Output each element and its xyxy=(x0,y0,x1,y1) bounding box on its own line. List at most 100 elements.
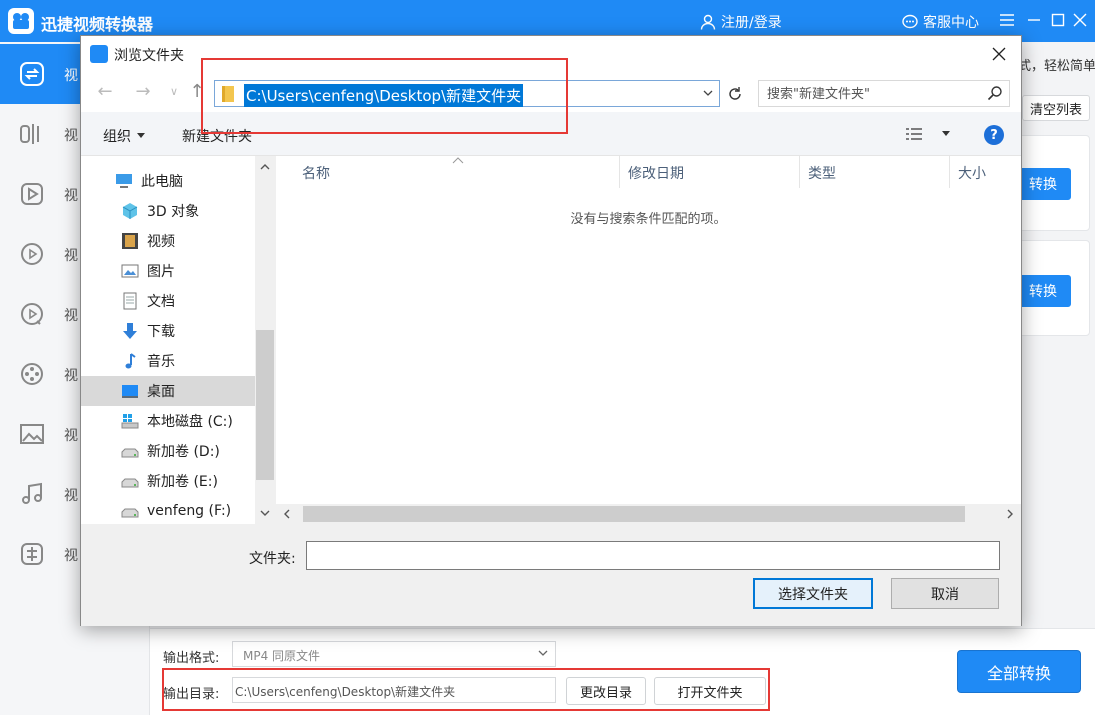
picture-icon xyxy=(121,264,139,278)
close-icon[interactable] xyxy=(1068,8,1092,32)
organize-label: 组织 xyxy=(103,129,131,145)
maximize-icon[interactable] xyxy=(1046,8,1070,32)
scroll-down-icon[interactable] xyxy=(255,504,275,522)
dialog-title: 浏览文件夹 xyxy=(114,48,184,64)
search-box[interactable] xyxy=(758,80,1010,107)
output-format-select[interactable]: MP4 同原文件 xyxy=(232,641,556,667)
tree-label: 下载 xyxy=(147,324,175,340)
tree-label: 图片 xyxy=(147,264,175,280)
menu-icon[interactable] xyxy=(995,8,1019,32)
tree-item-downloads[interactable]: 下载 xyxy=(81,316,255,346)
dialog-footer xyxy=(81,524,1021,626)
tree-label: 3D 对象 xyxy=(147,204,200,220)
tree-item-pictures[interactable]: 图片 xyxy=(81,256,255,286)
cube-icon xyxy=(122,203,138,219)
browse-folder-dialog: 浏览文件夹 ← → ∨ ↑ C:\Users\cenfeng\Desktop\新… xyxy=(80,35,1022,626)
new-folder-button[interactable]: 新建文件夹 xyxy=(182,126,252,146)
dialog-title-bar: 浏览文件夹 xyxy=(81,36,1021,72)
music-note-icon xyxy=(125,353,136,369)
tree-item-drive-e[interactable]: 新加卷 (E:) xyxy=(81,466,255,496)
refresh-icon[interactable] xyxy=(724,83,746,105)
app-logo-icon xyxy=(90,45,108,63)
dropdown-arrow-icon xyxy=(137,133,145,138)
convert-icon xyxy=(20,62,44,86)
tree-label: 本地磁盘 (C:) xyxy=(147,414,233,430)
tree-label: 音乐 xyxy=(147,354,175,370)
sidebar-label: 视 xyxy=(64,68,78,84)
empty-message: 没有与搜索条件匹配的项。 xyxy=(570,212,727,227)
gif-icon xyxy=(21,243,43,265)
sidebar-label: 视 xyxy=(64,548,78,564)
recent-chevron-icon[interactable]: ∨ xyxy=(163,80,185,102)
video-icon xyxy=(122,233,138,249)
play-icon xyxy=(21,183,43,205)
dialog-toolbar: 组织 新建文件夹 xyxy=(81,112,1021,156)
chevron-down-icon xyxy=(538,650,548,656)
convert-all-button[interactable]: 全部转换 xyxy=(957,650,1081,693)
sidebar-label: 视 xyxy=(64,308,78,324)
service-label: 客服中心 xyxy=(923,15,979,31)
folder-label: 文件夹: xyxy=(249,551,296,567)
scroll-left-icon[interactable] xyxy=(278,504,296,524)
tree-item-drive-d[interactable]: 新加卷 (D:) xyxy=(81,436,255,466)
tree-label: 此电脑 xyxy=(141,174,183,190)
login-link[interactable]: 注册/登录 xyxy=(700,12,782,32)
computer-icon xyxy=(116,174,132,188)
sidebar-label: 视 xyxy=(64,428,78,444)
convert-button[interactable]: 转换 xyxy=(1015,168,1071,200)
open-folder-button[interactable]: 打开文件夹 xyxy=(654,677,766,705)
service-link[interactable]: 客服中心 xyxy=(902,12,979,32)
tree-item-this-pc[interactable]: 此电脑 xyxy=(81,166,255,196)
back-arrow-icon[interactable]: ← xyxy=(94,80,116,102)
tree-label: 桌面 xyxy=(147,384,175,400)
clear-list-button[interactable]: 清空列表 xyxy=(1022,95,1090,121)
tree-item-3d-objects[interactable]: 3D 对象 xyxy=(81,196,255,226)
address-bar[interactable]: C:\Users\cenfeng\Desktop\新建文件夹 xyxy=(214,80,720,107)
tagline: 式，轻松简单 xyxy=(1018,59,1095,74)
file-list: 名称 修改日期 类型 大小 没有与搜索条件匹配的项。 xyxy=(276,156,1021,524)
chevron-down-icon[interactable] xyxy=(702,87,714,99)
tree-label: 新加卷 (E:) xyxy=(147,474,218,490)
tree-item-drive-f[interactable]: venfeng (F:) xyxy=(81,496,255,524)
tree-scroll-thumb[interactable] xyxy=(256,330,274,480)
cancel-button[interactable]: 取消 xyxy=(891,578,999,609)
output-dir-field[interactable]: C:\Users\cenfeng\Desktop\新建文件夹 xyxy=(232,677,556,703)
help-icon[interactable]: ? xyxy=(984,125,1004,145)
tree-item-videos[interactable]: 视频 xyxy=(81,226,255,256)
convert-button[interactable]: 转换 xyxy=(1015,275,1071,307)
drive-icon xyxy=(121,478,139,488)
search-input[interactable] xyxy=(767,85,977,103)
list-scroll-thumb[interactable] xyxy=(303,506,965,522)
view-options-icon[interactable] xyxy=(906,128,950,140)
tree-item-documents[interactable]: 文档 xyxy=(81,286,255,316)
scroll-right-icon[interactable] xyxy=(1001,504,1019,524)
column-modified[interactable]: 修改日期 xyxy=(622,156,800,188)
column-type[interactable]: 类型 xyxy=(802,156,950,188)
column-size[interactable]: 大小 xyxy=(952,156,1021,188)
chat-icon xyxy=(902,14,918,29)
organize-menu[interactable]: 组织 xyxy=(103,126,145,146)
forward-arrow-icon[interactable]: → xyxy=(132,80,154,102)
sidebar-label: 视 xyxy=(64,128,78,144)
tree-item-music[interactable]: 音乐 xyxy=(81,346,255,376)
tree-item-desktop[interactable]: 桌面 xyxy=(81,376,255,406)
folder-input[interactable] xyxy=(306,541,1000,570)
dialog-close-icon[interactable] xyxy=(987,42,1011,66)
dropdown-arrow-icon xyxy=(942,131,950,136)
minimize-icon[interactable] xyxy=(1022,8,1046,32)
sidebar-label: 视 xyxy=(64,248,78,264)
login-label: 注册/登录 xyxy=(721,15,782,31)
select-folder-button[interactable]: 选择文件夹 xyxy=(753,578,873,609)
app-logo-icon xyxy=(8,8,34,34)
sidebar-label: 视 xyxy=(64,368,78,384)
document-icon xyxy=(123,292,137,310)
output-format-value: MP4 同原文件 xyxy=(243,649,321,663)
change-dir-button[interactable]: 更改目录 xyxy=(566,677,646,705)
folder-icon xyxy=(222,86,234,102)
up-arrow-icon[interactable]: ↑ xyxy=(186,80,208,102)
address-path: C:\Users\cenfeng\Desktop\新建文件夹 xyxy=(244,84,524,107)
tree-item-drive-c[interactable]: 本地磁盘 (C:) xyxy=(81,406,255,436)
sidebar-label: 视 xyxy=(64,188,78,204)
scroll-up-icon[interactable] xyxy=(255,158,275,176)
merge-icon xyxy=(21,543,43,565)
